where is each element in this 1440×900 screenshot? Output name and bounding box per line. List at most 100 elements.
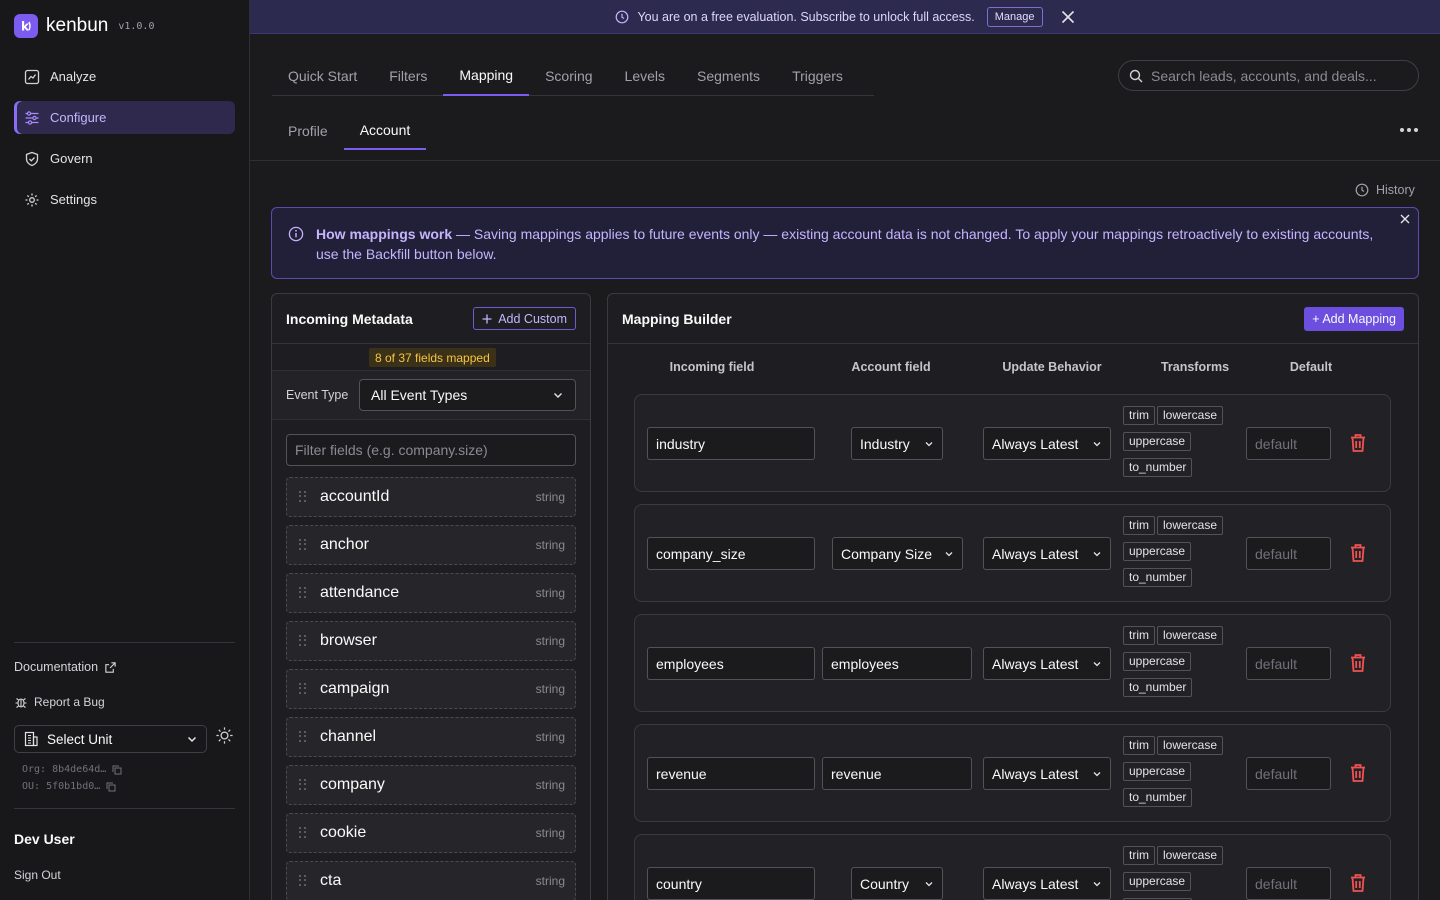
sidebar-item-label: Govern [50, 151, 93, 166]
close-icon[interactable] [1061, 10, 1075, 24]
update-behavior-select[interactable]: Always Latest [983, 867, 1111, 900]
transform-chip-trim[interactable]: trim [1123, 516, 1155, 535]
field-item[interactable]: browser string [286, 621, 576, 661]
default-placeholder: default [1255, 875, 1298, 892]
transform-chip-lowercase[interactable]: lowercase [1157, 516, 1224, 535]
copy-icon[interactable] [112, 765, 122, 775]
update-behavior-select[interactable]: Always Latest [983, 757, 1111, 790]
transform-chip-trim[interactable]: trim [1123, 736, 1155, 755]
add-custom-button[interactable]: Add Custom [473, 307, 576, 330]
account-field-input[interactable]: revenue [822, 757, 972, 790]
trash-icon[interactable] [1349, 543, 1367, 563]
default-value-input[interactable]: default [1246, 647, 1331, 680]
global-search[interactable] [1118, 60, 1419, 91]
documentation-link[interactable]: Documentation [14, 660, 235, 674]
drag-handle-icon[interactable] [299, 587, 307, 599]
default-value-input[interactable]: default [1246, 537, 1331, 570]
theme-toggle-button[interactable] [215, 726, 234, 748]
transform-chip-uppercase[interactable]: uppercase [1123, 432, 1192, 451]
transform-chip-uppercase[interactable]: uppercase [1123, 542, 1192, 561]
sun-icon [216, 727, 233, 744]
transform-chip-uppercase[interactable]: uppercase [1123, 762, 1192, 781]
copy-icon[interactable] [106, 782, 116, 792]
transform-chips: trimlowercase uppercase to_number [1123, 736, 1238, 814]
manage-button[interactable]: Manage [986, 6, 1043, 27]
sidebar-item-configure[interactable]: Configure [14, 101, 235, 134]
transform-chip-trim[interactable]: trim [1123, 406, 1155, 425]
account-field-select[interactable]: Industry [851, 427, 943, 460]
chevron-down-icon [945, 551, 953, 556]
history-button[interactable]: History [1355, 183, 1415, 197]
transform-chip-uppercase[interactable]: uppercase [1123, 652, 1192, 671]
drag-handle-icon[interactable] [299, 539, 307, 551]
incoming-field-input[interactable]: industry [647, 427, 815, 460]
transform-chip-to-number[interactable]: to_number [1123, 568, 1193, 587]
tab-mapping[interactable]: Mapping [443, 56, 530, 96]
incoming-field-input[interactable]: company_size [647, 537, 815, 570]
field-item[interactable]: cookie string [286, 813, 576, 853]
update-behavior-select[interactable]: Always Latest [983, 537, 1111, 570]
account-field-input[interactable]: employees [822, 647, 972, 680]
tab-triggers[interactable]: Triggers [776, 56, 859, 96]
incoming-field-input[interactable]: country [647, 867, 815, 900]
field-item[interactable]: accountId string [286, 477, 576, 517]
default-value-input[interactable]: default [1246, 427, 1331, 460]
transform-chip-uppercase[interactable]: uppercase [1123, 872, 1192, 891]
incoming-field-input[interactable]: revenue [647, 757, 815, 790]
transform-chip-trim[interactable]: trim [1123, 626, 1155, 645]
more-options-icon[interactable] [1398, 120, 1420, 140]
trash-icon[interactable] [1349, 653, 1367, 673]
update-behavior-select[interactable]: Always Latest [983, 647, 1111, 680]
drag-handle-icon[interactable] [299, 827, 307, 839]
field-item[interactable]: anchor string [286, 525, 576, 565]
update-behavior-select[interactable]: Always Latest [983, 427, 1111, 460]
add-mapping-button[interactable]: + Add Mapping [1304, 306, 1404, 331]
close-icon[interactable] [1400, 214, 1410, 224]
drag-handle-icon[interactable] [299, 635, 307, 647]
field-item[interactable]: company string [286, 765, 576, 805]
sign-out-link[interactable]: Sign Out [14, 868, 235, 882]
trash-icon[interactable] [1349, 763, 1367, 783]
field-item[interactable]: campaign string [286, 669, 576, 709]
incoming-field-input[interactable]: employees [647, 647, 815, 680]
account-field-select[interactable]: Country [851, 867, 943, 900]
drag-handle-icon[interactable] [299, 875, 307, 887]
account-field-select[interactable]: Company Size [832, 537, 963, 570]
event-type-select[interactable]: All Event Types [359, 379, 576, 411]
drag-handle-icon[interactable] [299, 779, 307, 791]
tab-account[interactable]: Account [343, 112, 427, 150]
transform-chip-to-number[interactable]: to_number [1123, 458, 1193, 477]
field-item[interactable]: attendance string [286, 573, 576, 613]
transform-chip-to-number[interactable]: to_number [1123, 678, 1193, 697]
trash-icon[interactable] [1349, 873, 1367, 893]
sidebar-item-analyze[interactable]: Analyze [14, 60, 235, 93]
transform-chip-lowercase[interactable]: lowercase [1157, 406, 1224, 425]
tab-levels[interactable]: Levels [609, 56, 681, 96]
filter-fields-input[interactable] [286, 434, 576, 466]
account-field-value: revenue [831, 765, 882, 782]
transform-chip-lowercase[interactable]: lowercase [1157, 736, 1224, 755]
trash-icon[interactable] [1349, 433, 1367, 453]
brand[interactable]: k kenbun v1.0.0 [14, 14, 154, 38]
tab-profile[interactable]: Profile [272, 112, 344, 150]
tab-segments[interactable]: Segments [681, 56, 776, 96]
field-item[interactable]: channel string [286, 717, 576, 757]
tab-quick-start[interactable]: Quick Start [272, 56, 373, 96]
tab-filters[interactable]: Filters [373, 56, 443, 96]
transform-chip-lowercase[interactable]: lowercase [1157, 626, 1224, 645]
report-bug-link[interactable]: Report a Bug [14, 695, 235, 709]
drag-handle-icon[interactable] [299, 731, 307, 743]
drag-handle-icon[interactable] [299, 683, 307, 695]
default-value-input[interactable]: default [1246, 757, 1331, 790]
tab-scoring[interactable]: Scoring [529, 56, 608, 96]
field-item[interactable]: cta string [286, 861, 576, 900]
unit-select[interactable]: Select Unit [14, 725, 207, 753]
drag-handle-icon[interactable] [299, 491, 307, 503]
transform-chip-trim[interactable]: trim [1123, 846, 1155, 865]
sidebar-item-settings[interactable]: Settings [14, 183, 235, 216]
search-input[interactable] [1151, 67, 1401, 84]
transform-chip-lowercase[interactable]: lowercase [1157, 846, 1224, 865]
transform-chip-to-number[interactable]: to_number [1123, 788, 1193, 807]
default-value-input[interactable]: default [1246, 867, 1331, 900]
sidebar-item-govern[interactable]: Govern [14, 142, 235, 175]
